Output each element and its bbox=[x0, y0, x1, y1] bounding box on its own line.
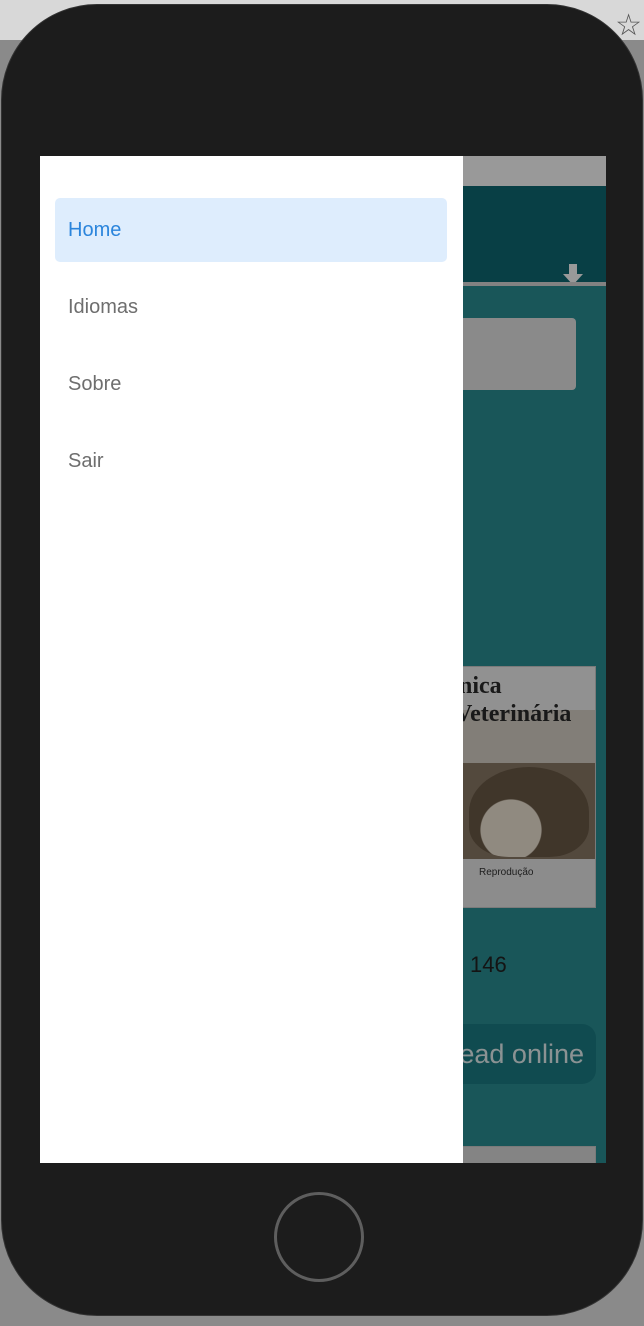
drawer-item-idiomas[interactable]: Idiomas bbox=[55, 275, 447, 339]
phone-screen: ia nica Veterinária Reprodução 146 ead o… bbox=[40, 156, 606, 1163]
drawer-item-home[interactable]: Home bbox=[55, 198, 447, 262]
navigation-drawer: Home Idiomas Sobre Sair bbox=[40, 156, 463, 1163]
drawer-item-sobre[interactable]: Sobre bbox=[55, 352, 447, 416]
home-button[interactable] bbox=[274, 1192, 364, 1282]
phone-frame: ia nica Veterinária Reprodução 146 ead o… bbox=[1, 4, 643, 1316]
drawer-item-sair[interactable]: Sair bbox=[55, 429, 447, 493]
